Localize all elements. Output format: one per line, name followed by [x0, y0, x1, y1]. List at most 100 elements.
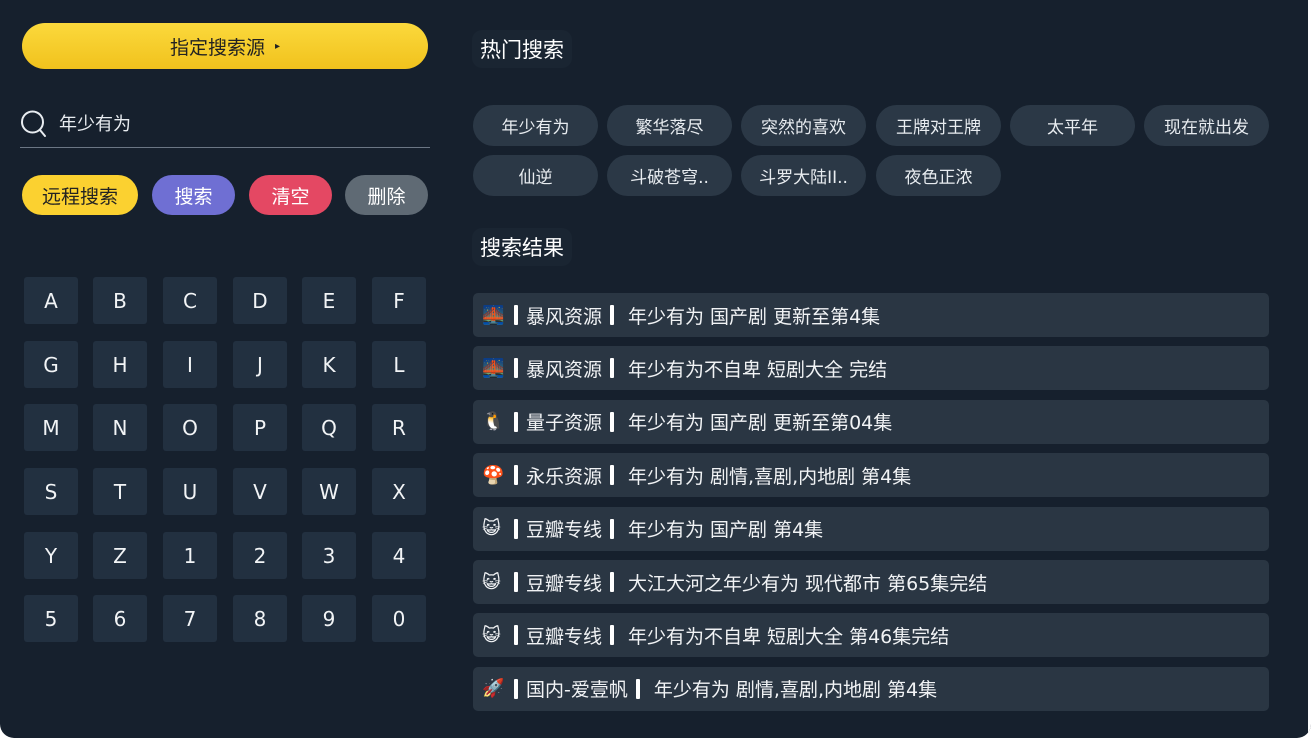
- key-i[interactable]: I: [163, 341, 217, 388]
- source-icon: 🍄: [482, 464, 505, 486]
- key-m[interactable]: M: [24, 404, 78, 451]
- key-v[interactable]: V: [233, 468, 287, 515]
- result-title: 年少有为 剧情,喜剧,内地剧 第4集: [653, 679, 938, 702]
- key-8[interactable]: 8: [233, 595, 287, 642]
- result-row[interactable]: 🍄 永乐资源 年少有为 剧情,喜剧,内地剧 第4集: [473, 453, 1269, 498]
- result-title: 年少有为 国产剧 更新至第4集: [628, 305, 881, 328]
- hot-search-chip[interactable]: 突然的喜欢: [741, 105, 866, 146]
- key-6[interactable]: 6: [93, 595, 147, 642]
- result-source: 暴风资源: [526, 358, 603, 381]
- separator: [514, 572, 518, 592]
- hot-search-chip[interactable]: 现在就出发: [1144, 105, 1269, 146]
- result-source: 永乐资源: [526, 465, 603, 488]
- clear-button[interactable]: 清空: [249, 175, 332, 215]
- key-s[interactable]: S: [24, 468, 78, 515]
- separator: [610, 572, 615, 592]
- separator: [610, 625, 615, 646]
- source-icon: 🚀: [482, 678, 505, 700]
- key-5[interactable]: 5: [24, 595, 78, 642]
- result-title: 年少有为不自卑 短剧大全 完结: [628, 358, 888, 381]
- separator: [610, 465, 615, 486]
- key-p[interactable]: P: [233, 404, 287, 451]
- hot-search-chip[interactable]: 夜色正浓: [876, 155, 1001, 196]
- delete-button[interactable]: 删除: [345, 175, 428, 215]
- result-source: 豆瓣专线: [526, 625, 603, 648]
- separator: [514, 518, 518, 539]
- result-row[interactable]: 🚀 国内-爱壹帆 年少有为 剧情,喜剧,内地剧 第4集: [473, 666, 1269, 711]
- key-t[interactable]: T: [93, 468, 147, 515]
- result-source: 国内-爱壹帆: [526, 679, 628, 702]
- source-icon: 😺: [482, 571, 501, 593]
- key-h[interactable]: H: [93, 341, 147, 388]
- result-title: 年少有为不自卑 短剧大全 第46集完结: [628, 625, 950, 648]
- hot-search-chip[interactable]: 王牌对王牌: [876, 105, 1001, 146]
- result-row[interactable]: 😺 豆瓣专线 大江大河之年少有为 现代都市 第65集完结: [473, 560, 1269, 604]
- search-button[interactable]: 搜索: [152, 175, 235, 215]
- key-a[interactable]: A: [24, 277, 78, 324]
- separator: [514, 411, 518, 432]
- separator: [610, 518, 615, 539]
- select-source-label: 指定搜索源: [169, 36, 265, 59]
- result-source: 量子资源: [526, 412, 603, 435]
- result-row[interactable]: 😺 豆瓣专线 年少有为不自卑 短剧大全 第46集完结: [473, 613, 1269, 658]
- separator: [635, 678, 640, 699]
- source-icon: 😺: [482, 518, 501, 540]
- key-q[interactable]: Q: [302, 404, 356, 451]
- result-row[interactable]: 🌉 暴风资源 年少有为不自卑 短剧大全 完结: [473, 346, 1269, 391]
- key-7[interactable]: 7: [163, 595, 217, 642]
- search-icon: [21, 110, 46, 137]
- key-1[interactable]: 1: [163, 532, 217, 579]
- result-source: 豆瓣专线: [526, 519, 603, 542]
- key-o[interactable]: O: [163, 404, 217, 451]
- key-9[interactable]: 9: [302, 595, 356, 642]
- key-n[interactable]: N: [93, 404, 147, 451]
- select-source-button[interactable]: 指定搜索源 ▸: [22, 23, 428, 69]
- source-icon: 🐧: [482, 411, 505, 433]
- key-r[interactable]: R: [372, 404, 426, 451]
- hot-search-chip[interactable]: 繁华落尽: [607, 105, 732, 146]
- key-k[interactable]: K: [302, 341, 356, 388]
- hot-search-chip[interactable]: 太平年: [1010, 105, 1135, 146]
- search-input[interactable]: 年少有为: [20, 106, 430, 148]
- hot-search-title: 热门搜索: [472, 30, 572, 68]
- hot-search-chip[interactable]: 仙逆: [473, 155, 598, 196]
- separator: [514, 358, 518, 379]
- separator: [610, 358, 615, 379]
- key-z[interactable]: Z: [93, 532, 147, 579]
- key-3[interactable]: 3: [302, 532, 356, 579]
- result-source: 豆瓣专线: [526, 572, 603, 595]
- separator: [514, 678, 518, 699]
- result-title: 年少有为 国产剧 第4集: [628, 519, 824, 542]
- source-icon: 🌉: [482, 304, 505, 326]
- key-u[interactable]: U: [163, 468, 217, 515]
- key-l[interactable]: L: [372, 341, 426, 388]
- key-g[interactable]: G: [24, 341, 78, 388]
- key-4[interactable]: 4: [372, 532, 426, 579]
- key-y[interactable]: Y: [24, 532, 78, 579]
- key-d[interactable]: D: [233, 277, 287, 324]
- key-j[interactable]: J: [233, 341, 287, 388]
- hot-search-chip[interactable]: 斗罗大陆II..: [741, 155, 866, 196]
- source-icon: 🌉: [482, 357, 505, 379]
- result-row[interactable]: 🐧 量子资源 年少有为 国产剧 更新至第04集: [473, 399, 1269, 444]
- separator: [514, 305, 518, 325]
- result-row[interactable]: 😺 豆瓣专线 年少有为 国产剧 第4集: [473, 506, 1269, 551]
- separator: [514, 465, 518, 486]
- search-screen: 指定搜索源 ▸ 年少有为 远程搜索 搜索 清空 删除 ABCDEF GHIJKL M…: [0, 0, 1311, 738]
- key-b[interactable]: B: [93, 277, 147, 324]
- result-row[interactable]: 🌉 暴风资源 年少有为 国产剧 更新至第4集: [473, 293, 1269, 337]
- key-2[interactable]: 2: [233, 532, 287, 579]
- separator: [610, 411, 615, 432]
- hot-search-chip[interactable]: 斗破苍穹..: [607, 155, 732, 196]
- separator: [610, 305, 615, 325]
- key-x[interactable]: X: [372, 468, 426, 515]
- hot-search-chip[interactable]: 年少有为: [473, 105, 598, 146]
- key-w[interactable]: W: [302, 468, 356, 515]
- result-title: 年少有为 剧情,喜剧,内地剧 第4集: [628, 465, 912, 488]
- remote-search-button[interactable]: 远程搜索: [22, 175, 138, 215]
- key-c[interactable]: C: [163, 277, 217, 324]
- key-f[interactable]: F: [372, 277, 426, 324]
- key-e[interactable]: E: [302, 277, 356, 324]
- result-title: 大江大河之年少有为 现代都市 第65集完结: [628, 572, 988, 595]
- key-0[interactable]: 0: [372, 595, 426, 642]
